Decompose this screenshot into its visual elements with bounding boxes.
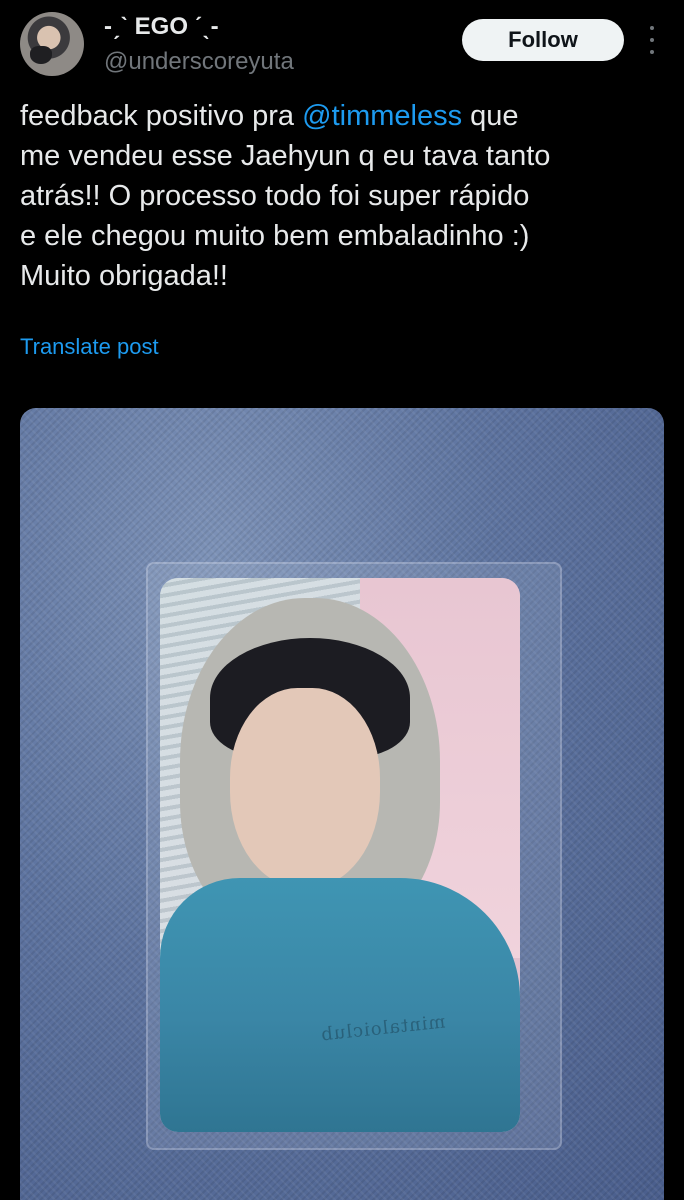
photocard-sweatshirt	[160, 878, 520, 1132]
avatar-hand-shape	[30, 46, 52, 64]
tweet-line-5: Muito obrigada!!	[20, 260, 228, 292]
tweet-line-1: feedback positivo pra @timmeless que	[20, 96, 664, 136]
more-dot	[650, 26, 654, 30]
more-dot	[650, 50, 654, 54]
photocard: mintaloiclub	[160, 578, 520, 1132]
photocard-face	[230, 688, 380, 888]
tweet-text: feedback positivo pra @timmeless que me …	[20, 96, 664, 296]
mention-link[interactable]: @timmeless	[302, 100, 462, 132]
tweet-header: -ˏˋ EGO ˊˎ- @underscoreyuta Follow	[0, 0, 684, 90]
tweet-line-2: me vendeu esse Jaehyun q eu tava tanto	[20, 140, 551, 172]
author-handle[interactable]: @underscoreyuta	[104, 48, 294, 76]
more-vertical-icon[interactable]	[640, 26, 664, 54]
tweet-line-4: e ele chegou muito bem embaladinho :)	[20, 220, 530, 252]
tweet-line-3: atrás!! O processo todo foi super rápido	[20, 180, 530, 212]
tweet-media-image[interactable]: mintaloiclub	[20, 408, 664, 1200]
tweet-line-1-after: que	[462, 100, 519, 132]
translate-post-link[interactable]: Translate post	[20, 334, 159, 360]
tweet-line-1-before: feedback positivo pra	[20, 100, 303, 132]
more-dot	[650, 38, 654, 42]
avatar[interactable]	[20, 12, 84, 76]
author-display-name[interactable]: -ˏˋ EGO ˊˎ-	[104, 13, 219, 41]
follow-button[interactable]: Follow	[462, 19, 624, 61]
